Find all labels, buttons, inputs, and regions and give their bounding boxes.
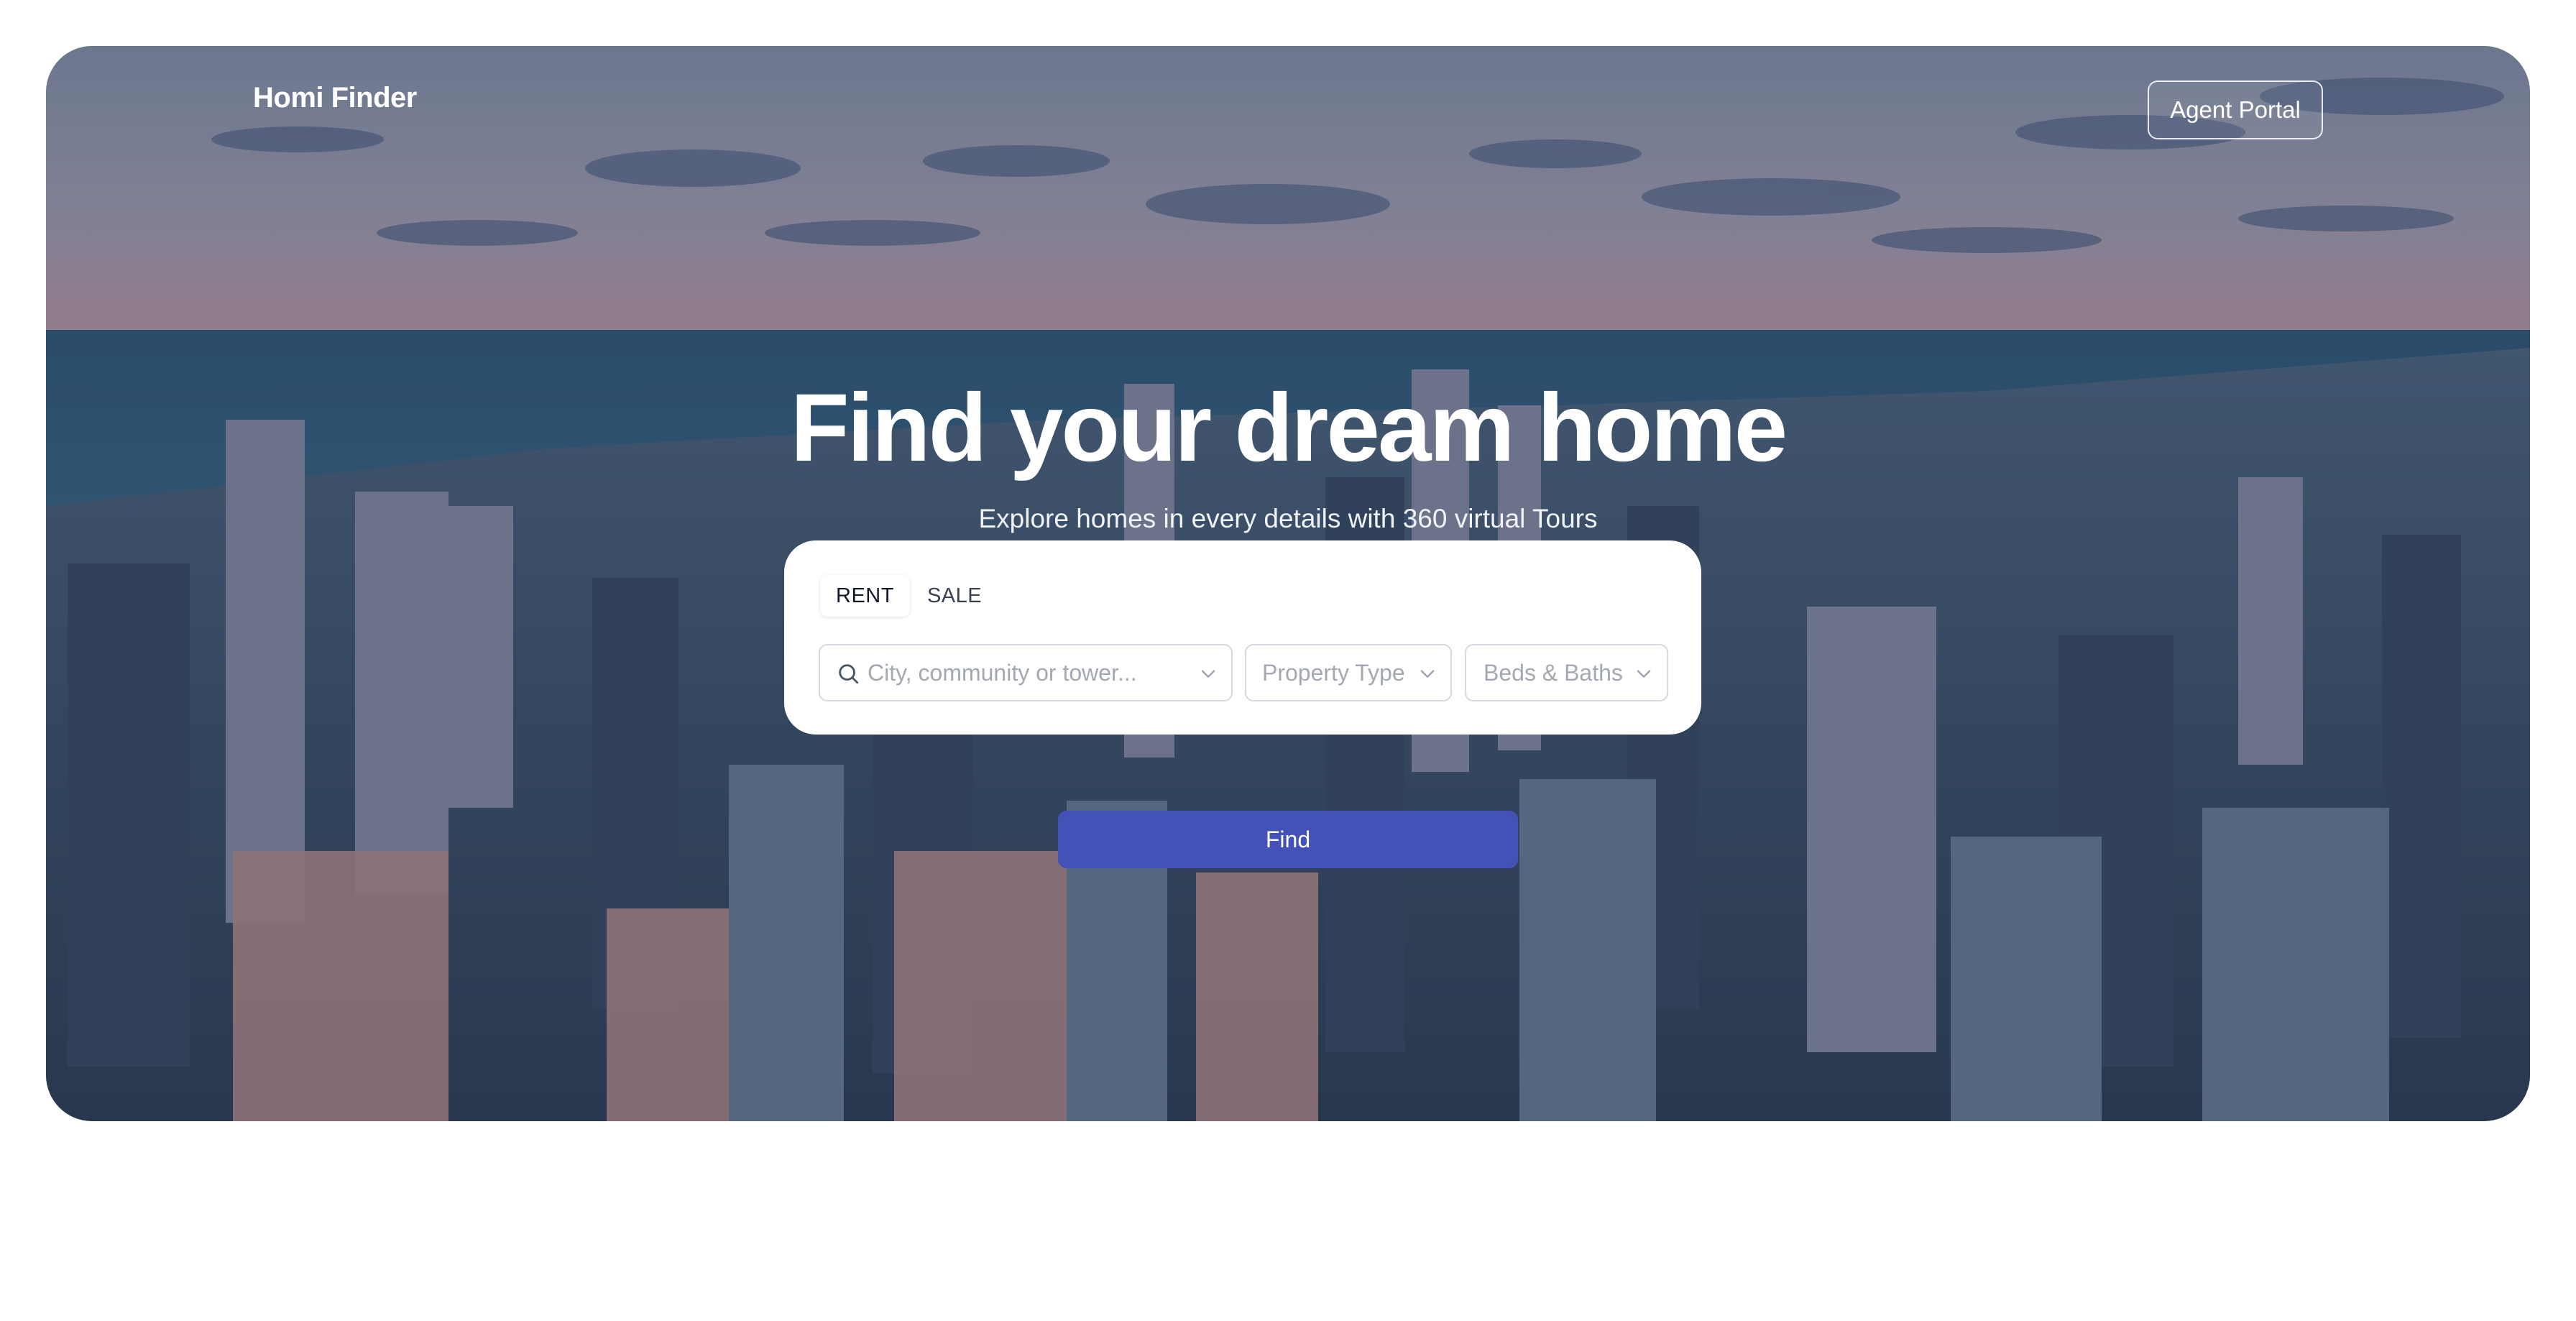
property-type-select[interactable]: Property Type xyxy=(1245,644,1452,701)
beds-baths-placeholder: Beds & Baths xyxy=(1484,659,1623,686)
location-search-input[interactable] xyxy=(868,659,1184,686)
chevron-down-icon xyxy=(1420,670,1435,678)
hero-subheadline: Explore homes in every details with 360 … xyxy=(978,504,1598,533)
find-button[interactable]: Find xyxy=(1058,811,1518,868)
chevron-down-icon xyxy=(1637,670,1651,678)
location-search-field[interactable] xyxy=(819,644,1233,701)
property-type-placeholder: Property Type xyxy=(1262,659,1405,686)
listing-type-tabs: RENT SALE xyxy=(820,575,998,617)
agent-portal-button[interactable]: Agent Portal xyxy=(2148,80,2323,139)
search-card: RENT SALE Property Type Beds & Baths xyxy=(784,540,1701,735)
search-icon xyxy=(839,664,859,684)
tab-rent[interactable]: RENT xyxy=(820,575,910,617)
chevron-down-icon xyxy=(1201,670,1215,678)
tab-sale[interactable]: SALE xyxy=(911,575,998,617)
hero-headline: Find your dream home xyxy=(790,374,1788,482)
beds-baths-select[interactable]: Beds & Baths xyxy=(1465,644,1668,701)
brand-logo-text[interactable]: Homi Finder xyxy=(253,82,417,114)
